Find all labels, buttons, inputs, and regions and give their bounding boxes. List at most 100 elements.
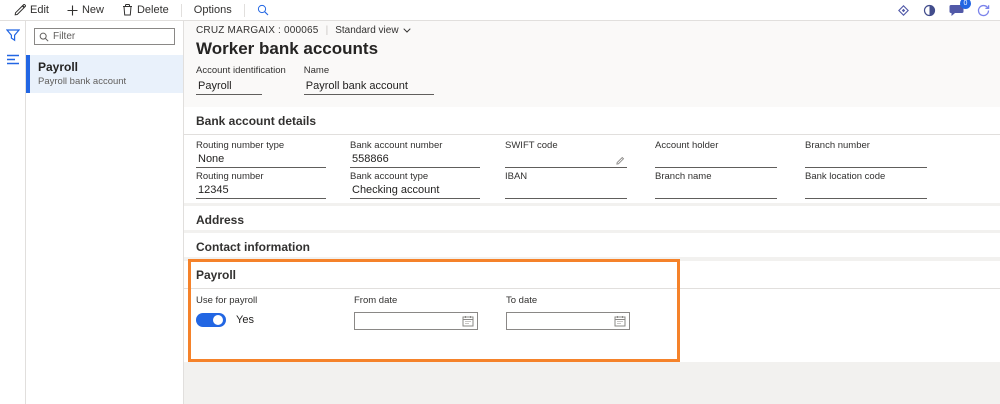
delete-label: Delete: [136, 4, 169, 16]
field-label: Bank account type: [350, 171, 429, 182]
field-label: Routing number: [196, 171, 264, 182]
branch-number-value[interactable]: [805, 153, 927, 168]
field-label: Routing number type: [196, 140, 285, 151]
name-value[interactable]: Payroll bank account: [303, 79, 434, 95]
field-label: Branch number: [805, 140, 870, 151]
side-icon-strip: [0, 21, 26, 404]
header-separator: |: [325, 25, 329, 36]
toolbar-separator: [180, 3, 182, 17]
to-date-field: To date: [506, 295, 666, 330]
address-section-header[interactable]: Address: [184, 206, 1000, 233]
routing-number-type-field: Routing number type None: [196, 140, 350, 168]
list-item-title: Payroll: [38, 60, 79, 74]
refresh-icon[interactable]: [977, 4, 990, 17]
field-label: Bank location code: [805, 171, 886, 182]
branch-name-value[interactable]: [655, 184, 777, 199]
use-for-payroll-field: Use for payroll Yes: [196, 295, 354, 330]
iban-field: IBAN: [505, 171, 655, 199]
toggle-knob: [213, 315, 223, 325]
contact-section-header[interactable]: Contact information: [184, 233, 1000, 260]
field-label: From date: [354, 295, 398, 306]
section-address: Address: [184, 206, 1000, 230]
command-bar: Edit New Delete Options 0: [0, 0, 1000, 21]
list-item-subtitle: Payroll bank account: [38, 76, 127, 87]
name-field: Name Payroll bank account: [303, 65, 434, 95]
options-button[interactable]: Options: [186, 2, 240, 18]
filter-input[interactable]: [53, 31, 170, 42]
field-label: Bank account number: [350, 140, 443, 151]
record-identifier: CRUZ MARGAIX : 000065: [196, 25, 319, 36]
account-identification-value[interactable]: Payroll: [196, 79, 262, 95]
field-label: Name: [303, 65, 330, 76]
use-for-payroll-toggle[interactable]: [196, 313, 226, 327]
list-hamburger-icon[interactable]: [6, 54, 20, 65]
account-holder-field: Account holder: [655, 140, 805, 168]
search-button[interactable]: [249, 2, 277, 18]
toggle-state-label: Yes: [236, 314, 254, 326]
field-label: To date: [506, 295, 538, 306]
list-item-payroll[interactable]: Payroll Payroll bank account: [26, 55, 183, 93]
branch-name-field: Branch name: [655, 171, 805, 199]
bank-location-code-value[interactable]: [805, 184, 927, 199]
delete-button[interactable]: Delete: [114, 2, 177, 18]
field-label: SWIFT code: [505, 140, 558, 151]
section-contact-information: Contact information: [184, 233, 1000, 257]
section-bank-account-details: Bank account details Routing number type…: [184, 107, 1000, 203]
diamond-icon[interactable]: [897, 4, 910, 17]
notification-badge: 0: [960, 0, 971, 9]
bank-account-type-value[interactable]: Checking account: [350, 184, 480, 199]
toolbar-separator: [243, 3, 245, 17]
edit-label: Edit: [30, 4, 49, 16]
bank-details-section-header[interactable]: Bank account details: [184, 107, 1000, 134]
to-date-input-box: [506, 312, 630, 330]
options-label: Options: [193, 4, 232, 16]
from-date-input-box: [354, 312, 478, 330]
new-label: New: [81, 4, 104, 16]
filter-search-icon: [39, 32, 49, 42]
new-button[interactable]: New: [59, 2, 112, 18]
contrast-circle-icon[interactable]: [923, 4, 936, 17]
filter-box: [34, 28, 175, 45]
view-selector[interactable]: Standard view: [335, 25, 411, 36]
messages-bubble-icon[interactable]: 0: [949, 0, 971, 17]
workspace-background: [184, 362, 1000, 404]
edit-pencil-small-icon: [616, 156, 625, 165]
bank-account-number-field: Bank account number 558866: [350, 140, 505, 168]
to-date-input[interactable]: [507, 315, 614, 327]
branch-number-field: Branch number: [805, 140, 1000, 168]
main-content: CRUZ MARGAIX : 000065 | Standard view Wo…: [184, 21, 1000, 404]
swift-code-field: SWIFT code: [505, 140, 655, 168]
edit-pencil-icon: [14, 4, 26, 16]
account-holder-value[interactable]: [655, 153, 777, 168]
swift-code-value[interactable]: [505, 153, 627, 168]
view-selector-label: Standard view: [335, 25, 399, 36]
field-label: IBAN: [505, 171, 528, 182]
from-date-input[interactable]: [355, 315, 462, 327]
worker-bank-accounts-page: Edit New Delete Options 0 Filter Payroll…: [0, 0, 1000, 404]
calendar-icon[interactable]: [614, 315, 626, 327]
routing-number-value[interactable]: 12345: [196, 184, 326, 199]
account-identification-field: Account identification Payroll: [196, 65, 286, 95]
from-date-field: From date: [354, 295, 506, 330]
iban-value[interactable]: [505, 184, 627, 199]
trash-icon: [122, 4, 133, 16]
page-header: CRUZ MARGAIX : 000065 | Standard view Wo…: [184, 21, 1000, 107]
field-label: Branch name: [655, 171, 712, 182]
search-icon: [257, 4, 269, 16]
bank-account-type-field: Bank account type Checking account: [350, 171, 505, 199]
field-label: Account identification: [196, 65, 286, 76]
routing-number-field: Routing number 12345: [196, 171, 350, 199]
page-title: Worker bank accounts: [196, 39, 379, 58]
chevron-down-icon: [402, 28, 411, 33]
field-label: Account holder: [655, 140, 719, 151]
bank-location-code-field: Bank location code: [805, 171, 1000, 199]
calendar-icon[interactable]: [462, 315, 474, 327]
record-list-panel: Payroll Payroll bank account: [26, 21, 184, 404]
filter-funnel-icon[interactable]: [5, 29, 20, 42]
payroll-section-header[interactable]: Payroll: [184, 261, 1000, 288]
bank-account-number-value[interactable]: 558866: [350, 153, 480, 168]
plus-icon: [67, 5, 78, 16]
edit-button[interactable]: Edit: [6, 2, 57, 18]
field-label: Use for payroll: [196, 295, 258, 306]
routing-number-type-value[interactable]: None: [196, 153, 326, 168]
